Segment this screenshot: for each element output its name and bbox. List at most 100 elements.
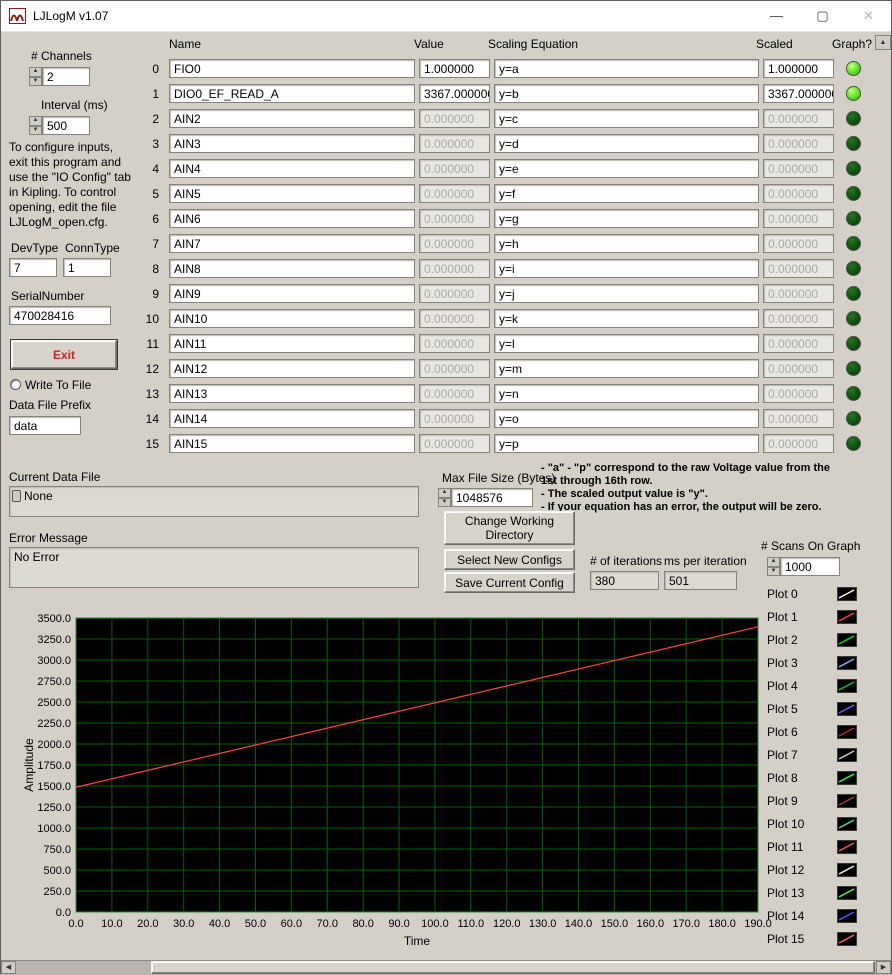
scaling-equation-input[interactable]: y=j (494, 284, 759, 303)
scans-increment-decrement-icon[interactable]: ▲▼ (767, 557, 780, 576)
legend-label: Plot 7 (767, 748, 798, 762)
legend-item[interactable]: Plot 13 (767, 886, 857, 900)
legend-item[interactable]: Plot 4 (767, 679, 857, 693)
graph-led[interactable] (846, 111, 861, 126)
graph-led[interactable] (846, 336, 861, 351)
write-to-file-radio[interactable] (10, 379, 21, 390)
scaling-equation-input[interactable]: y=m (494, 359, 759, 378)
scroll-right-icon[interactable]: ▶ (876, 961, 891, 974)
legend-item[interactable]: Plot 6 (767, 725, 857, 739)
graph-led[interactable] (846, 311, 861, 326)
graph-led[interactable] (846, 86, 861, 101)
graph-led[interactable] (846, 261, 861, 276)
legend-item[interactable]: Plot 3 (767, 656, 857, 670)
scans-on-graph-input[interactable]: 1000 (780, 557, 840, 576)
table-scroll-up-icon[interactable]: ▲ (875, 35, 891, 50)
channel-name-input[interactable]: FIO0 (169, 59, 415, 78)
channel-name-input[interactable]: AIN5 (169, 184, 415, 203)
graph-led[interactable] (846, 411, 861, 426)
scaling-equation-input[interactable]: y=b (494, 84, 759, 103)
max-file-size-increment-decrement-icon[interactable]: ▲▼ (438, 488, 451, 507)
minimize-button[interactable]: — (754, 1, 799, 30)
close-button[interactable]: ✕ (846, 1, 891, 30)
graph-led[interactable] (846, 286, 861, 301)
scaling-equation-input[interactable]: y=c (494, 109, 759, 128)
legend-line-sample (837, 610, 857, 624)
channel-name-input[interactable]: AIN10 (169, 309, 415, 328)
legend-item[interactable]: Plot 9 (767, 794, 857, 808)
maximize-button[interactable]: ▢ (800, 1, 845, 30)
scans-on-graph-label: # Scans On Graph (761, 539, 860, 553)
scaling-equation-input[interactable]: y=a (494, 59, 759, 78)
devtype-input[interactable]: 7 (9, 258, 57, 277)
scaling-equation-input[interactable]: y=h (494, 234, 759, 253)
channels-increment-decrement-icon[interactable]: ▲▼ (29, 67, 42, 86)
scaling-equation-input[interactable]: y=g (494, 209, 759, 228)
scroll-left-icon[interactable]: ◀ (1, 961, 16, 974)
channel-name-input[interactable]: AIN3 (169, 134, 415, 153)
channels-input[interactable]: 2 (42, 67, 90, 86)
channel-name-input[interactable]: AIN6 (169, 209, 415, 228)
graph-led[interactable] (846, 236, 861, 251)
horizontal-scrollbar[interactable]: ◀ ▶ (1, 960, 891, 975)
legend-item[interactable]: Plot 5 (767, 702, 857, 716)
channel-name-input[interactable]: AIN14 (169, 409, 415, 428)
path-glyph-icon[interactable] (12, 490, 21, 502)
channel-name-input[interactable]: AIN15 (169, 434, 415, 453)
graph-led[interactable] (846, 386, 861, 401)
data-file-prefix-input[interactable]: data (9, 416, 81, 435)
interval-increment-decrement-icon[interactable]: ▲▼ (29, 116, 42, 135)
legend-item[interactable]: Plot 12 (767, 863, 857, 877)
channel-name-input[interactable]: AIN11 (169, 334, 415, 353)
graph-led[interactable] (846, 361, 861, 376)
channel-name-input[interactable]: DIO0_EF_READ_A (169, 84, 415, 103)
scaling-equation-input[interactable]: y=k (494, 309, 759, 328)
legend-item[interactable]: Plot 7 (767, 748, 857, 762)
graph-led[interactable] (846, 436, 861, 451)
scaling-equation-input[interactable]: y=e (494, 159, 759, 178)
error-message-box: No Error (9, 547, 419, 588)
exit-button[interactable]: Exit (11, 340, 117, 369)
legend-item[interactable]: Plot 0 (767, 587, 857, 601)
graph-led[interactable] (846, 186, 861, 201)
legend-item[interactable]: Plot 1 (767, 610, 857, 624)
legend-item[interactable]: Plot 10 (767, 817, 857, 831)
legend-item[interactable]: Plot 11 (767, 840, 857, 854)
interval-input[interactable]: 500 (42, 116, 90, 135)
select-new-configs-button[interactable]: Select New Configs (444, 549, 575, 570)
scaling-equation-input[interactable]: y=i (494, 259, 759, 278)
scaling-equation-input[interactable]: y=f (494, 184, 759, 203)
channel-name-input[interactable]: AIN8 (169, 259, 415, 278)
change-working-directory-button[interactable]: Change Working Directory (444, 511, 575, 545)
legend-item[interactable]: Plot 8 (767, 771, 857, 785)
max-file-size-input[interactable]: 1048576 (451, 488, 533, 507)
scaling-equation-input[interactable]: y=p (494, 434, 759, 453)
channel-name-input[interactable]: AIN4 (169, 159, 415, 178)
serialnumber-input[interactable]: 470028416 (9, 306, 111, 325)
scaling-equation-input[interactable]: y=o (494, 409, 759, 428)
graph-led[interactable] (846, 136, 861, 151)
save-current-config-button[interactable]: Save Current Config (444, 572, 575, 593)
legend-item[interactable]: Plot 14 (767, 909, 857, 923)
scaling-equation-input[interactable]: y=d (494, 134, 759, 153)
legend-line-sample (837, 794, 857, 808)
header-scaled: Scaled (756, 37, 793, 51)
legend-item[interactable]: Plot 2 (767, 633, 857, 647)
channel-name-input[interactable]: AIN2 (169, 109, 415, 128)
graph-led[interactable] (846, 61, 861, 76)
scaled-field: 0.000000 (763, 184, 834, 203)
legend-line-sample (837, 863, 857, 877)
channel-name-input[interactable]: AIN7 (169, 234, 415, 253)
scaling-equation-input[interactable]: y=l (494, 334, 759, 353)
conntype-input[interactable]: 1 (63, 258, 111, 277)
scrollbar-thumb[interactable] (151, 961, 875, 974)
legend-item[interactable]: Plot 15 (767, 932, 857, 946)
channel-name-input[interactable]: AIN9 (169, 284, 415, 303)
scaling-equation-input[interactable]: y=n (494, 384, 759, 403)
channel-name-input[interactable]: AIN12 (169, 359, 415, 378)
channel-name-input[interactable]: AIN13 (169, 384, 415, 403)
row-index: 1 (121, 87, 165, 101)
graph-led[interactable] (846, 211, 861, 226)
value-field: 0.000000 (419, 209, 490, 228)
graph-led[interactable] (846, 161, 861, 176)
